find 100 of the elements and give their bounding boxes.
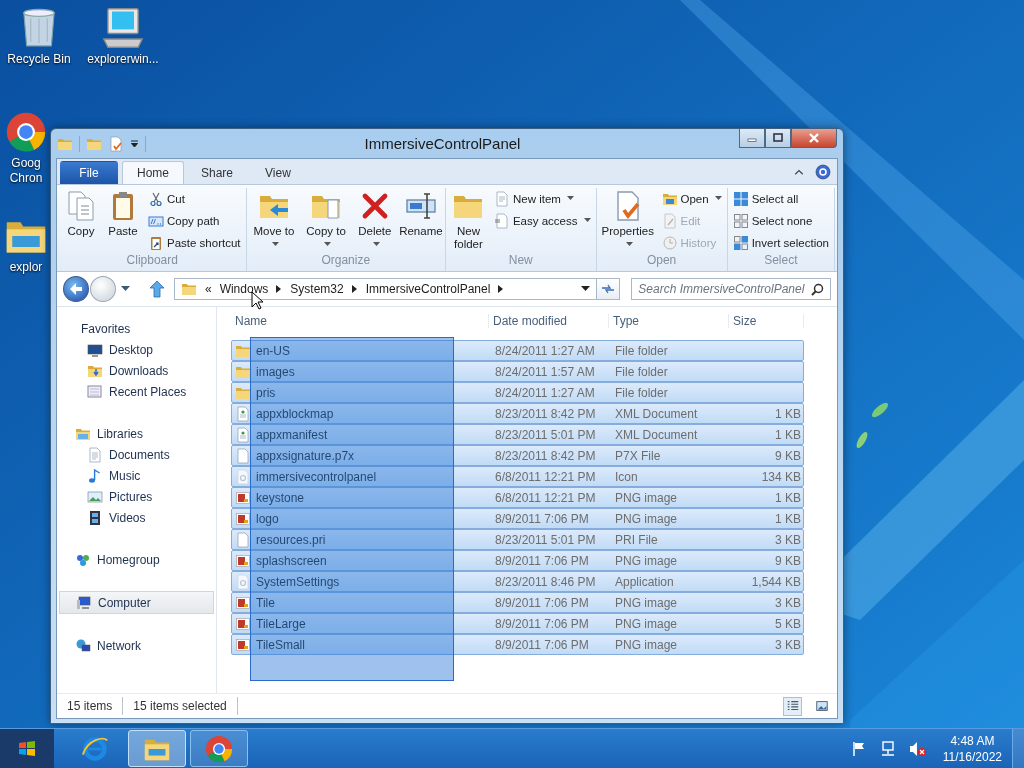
up-arrow-icon[interactable] [148, 280, 165, 298]
search-field[interactable]: Search ImmersiveControlPanel [631, 278, 831, 300]
navigation-item[interactable]: Pictures [57, 486, 216, 507]
file-row[interactable]: appxsignature.p7x 8/23/2011 8:42 PM P7X File 9 KB [231, 445, 804, 466]
network-icon [75, 637, 91, 654]
ribbon-button[interactable]: Rename [398, 188, 443, 253]
file-row[interactable]: TileLarge 8/9/2011 7:06 PM PNG image 5 KB [231, 613, 804, 634]
caret-icon[interactable] [581, 286, 591, 292]
breadcrumb[interactable]: System32 [290, 282, 344, 296]
date-cell-text: 8/24/2011 1:27 AM [494, 385, 596, 400]
breadcrumb-arrow-icon[interactable] [498, 285, 505, 293]
type-cell-text: Application [614, 574, 675, 589]
caret-icon[interactable] [120, 286, 130, 292]
file-row[interactable]: resources.pri 8/23/2011 5:01 PM PRI File 3 KB [231, 529, 804, 550]
file-row[interactable]: splashscreen 8/9/2011 7:06 PM PNG image 9 KB [231, 550, 804, 571]
file-menu-button[interactable]: File [60, 161, 118, 184]
file-row[interactable]: appxmanifest 8/23/2011 5:01 PM XML Document 1 KB [231, 424, 804, 445]
navigation-item[interactable]: Documents [57, 444, 216, 465]
size-cell-text: 9 KB [774, 448, 802, 463]
file-row[interactable]: appxblockmap 8/23/2011 8:42 PM XML Document 1 KB [231, 403, 804, 424]
type-cell-text: PNG image [614, 553, 679, 568]
ribbon-button[interactable]: Paste [103, 188, 143, 253]
taskbar-button[interactable] [190, 730, 248, 767]
column-header[interactable]: Type [609, 314, 729, 328]
date-cell-text: 8/9/2011 7:06 PM [494, 616, 590, 631]
ribbon-button[interactable]: Move to [248, 188, 300, 253]
clock-date[interactable]: 11/16/2022 [942, 748, 1002, 765]
ribbon-button[interactable]: Properties [598, 188, 657, 253]
start-button[interactable] [0, 729, 54, 768]
navigation-item[interactable]: Libraries [57, 423, 216, 444]
page-check-icon[interactable] [108, 135, 124, 152]
breadcrumb-arrow-icon[interactable] [351, 285, 358, 293]
address-bar[interactable]: « Windows System32 ImmersiveControlPanel [173, 278, 598, 300]
file-name: TileSmall [232, 636, 490, 653]
ribbon-button[interactable]: Copy path [145, 210, 244, 231]
ribbon-button[interactable]: Copy to [301, 188, 351, 253]
view-button[interactable] [783, 696, 802, 716]
navigation-item[interactable]: Computer [59, 591, 214, 614]
ribbon-tab[interactable]: Share [186, 161, 249, 184]
muted-speaker-icon[interactable] [908, 740, 927, 757]
desktop-icon-label[interactable]: Goog Chron [9, 156, 43, 186]
scissors-icon [148, 190, 164, 207]
minimize-button[interactable] [739, 129, 765, 148]
ribbon-button[interactable]: Easy access [490, 210, 594, 231]
flag-icon[interactable] [850, 740, 867, 757]
size-cell-text: 1 KB [774, 490, 802, 505]
file-row[interactable]: en-US 8/24/2011 1:27 AM File folder [231, 340, 804, 361]
breadcrumb[interactable]: Windows [219, 282, 269, 296]
ribbon-tab[interactable]: View [250, 161, 306, 184]
breadcrumb[interactable]: ImmersiveControlPanel [365, 282, 491, 296]
ribbon-button[interactable]: Paste shortcut [145, 232, 244, 253]
overflow-chevrons[interactable]: « [204, 282, 212, 296]
ribbon-button[interactable]: Open [658, 188, 725, 209]
file-row[interactable]: images 8/24/2011 1:57 AM File folder [231, 361, 804, 382]
navigation-item[interactable]: Videos [57, 507, 216, 528]
ribbon-button[interactable]: Cut [145, 188, 244, 209]
navigation-item[interactable]: Downloads [57, 360, 216, 381]
ribbon-button[interactable]: New item [490, 188, 594, 209]
select-all-icon [732, 190, 749, 207]
desktop-icon-label[interactable]: Recycle Bin [7, 52, 71, 67]
desktop-icon-label[interactable]: explorerwin... [87, 52, 159, 67]
type-cell-text: PNG image [614, 637, 679, 652]
caret-icon[interactable] [130, 139, 139, 148]
file-row[interactable]: SystemSettings 8/23/2011 8:46 PM Application 1,544 KB [231, 571, 804, 592]
ribbon-button[interactable]: Select all [729, 188, 832, 209]
refresh-button[interactable] [596, 278, 621, 300]
breadcrumb-arrow-icon[interactable] [276, 285, 283, 293]
navigation-item[interactable]: Desktop [57, 339, 216, 360]
file-row[interactable]: pris 8/24/2011 1:27 AM File folder [231, 382, 804, 403]
file-row[interactable]: immersivecontrolpanel 6/8/2011 12:21 PM Icon 134 KB [231, 466, 804, 487]
file-row[interactable]: TileSmall 8/9/2011 7:06 PM PNG image 3 KB [231, 634, 804, 655]
navigation-item[interactable]: Homegroup [57, 549, 216, 570]
navigation-item[interactable]: Recent Places [57, 381, 216, 402]
ribbon-button[interactable]: Copy [61, 188, 101, 253]
column-header[interactable]: Date modified [489, 314, 609, 328]
column-header[interactable]: Size [729, 314, 804, 328]
navigation-item[interactable]: Favorites [57, 318, 216, 339]
clock-time[interactable]: 4:48 AM [950, 732, 995, 749]
desktop-icon-label[interactable]: explor [9, 260, 43, 275]
maximize-button[interactable] [765, 129, 791, 148]
ribbon-button[interactable]: Select none [729, 210, 832, 231]
ribbon-button[interactable]: Delete [352, 188, 397, 253]
computer-icon[interactable] [101, 6, 145, 50]
type-cell-text: Icon [614, 469, 639, 484]
search-icon[interactable] [811, 282, 824, 296]
image-file-icon [235, 489, 251, 506]
column-header[interactable]: Name [231, 314, 489, 328]
close-button[interactable] [791, 129, 837, 148]
circle-logo-icon[interactable] [4, 110, 48, 154]
file-row[interactable]: keystone 6/8/2011 12:21 PM PNG image 1 KB [231, 487, 804, 508]
image-file-icon [235, 636, 251, 653]
ribbon-button[interactable]: Invert selection [729, 232, 832, 253]
ribbon-tab[interactable]: Home [122, 161, 184, 184]
navigation-item[interactable]: Music [57, 465, 216, 486]
file-row[interactable]: logo 8/9/2011 7:06 PM PNG image 1 KB [231, 508, 804, 529]
back-button[interactable] [63, 276, 89, 302]
navigation-item[interactable]: Network [57, 635, 216, 656]
help-icon[interactable] [815, 163, 831, 180]
file-row[interactable]: Tile 8/9/2011 7:06 PM PNG image 3 KB [231, 592, 804, 613]
ribbon-button[interactable]: New folder [448, 188, 489, 253]
